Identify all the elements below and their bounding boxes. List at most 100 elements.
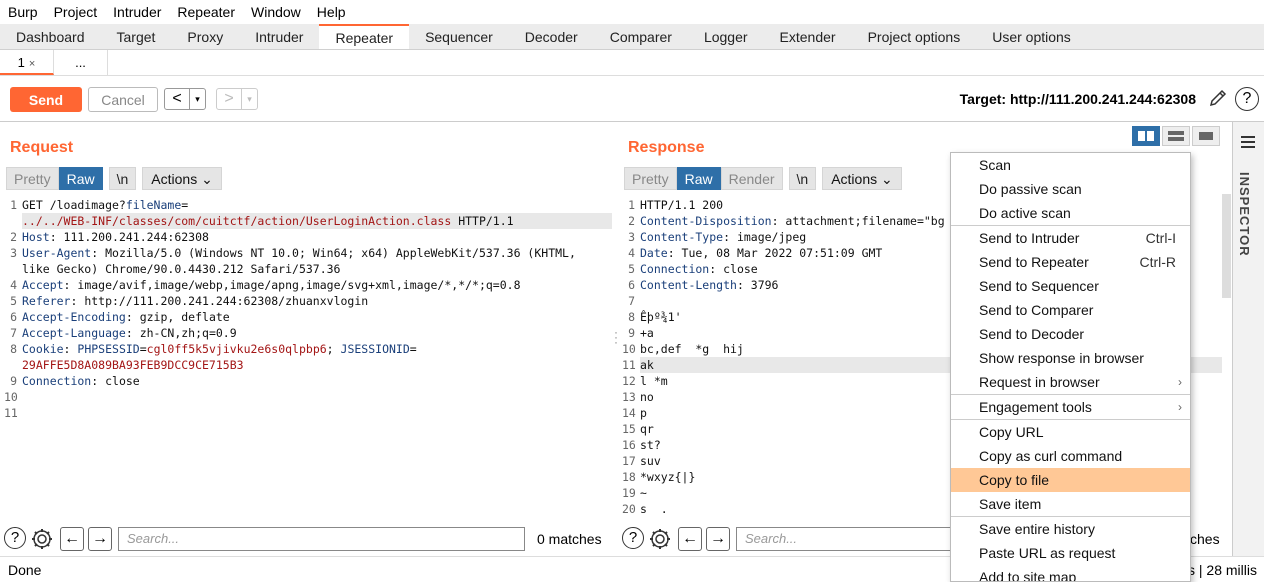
shortcut-label: Ctrl-I: [1145, 230, 1176, 246]
previous-match-icon[interactable]: ←: [60, 527, 84, 551]
gear-icon[interactable]: [648, 527, 672, 551]
menu-help[interactable]: Help: [309, 4, 354, 20]
editor-line[interactable]: 6 Accept-Encoding: gzip, deflate: [4, 309, 612, 325]
tab-user-options[interactable]: User options: [976, 24, 1087, 49]
tab-sequencer[interactable]: Sequencer: [409, 24, 509, 49]
tab-proxy[interactable]: Proxy: [171, 24, 239, 49]
stacked-layout-icon[interactable]: [1162, 126, 1190, 146]
help-icon[interactable]: ?: [1235, 87, 1259, 111]
text-segment: =: [409, 342, 417, 356]
menu-item-scan[interactable]: Scan: [951, 153, 1190, 177]
menu-item-request-in-browser[interactable]: Request in browser ›: [951, 370, 1190, 394]
editor-line[interactable]: 11: [4, 405, 612, 421]
menu-item-send-to-comparer[interactable]: Send to Comparer: [951, 298, 1190, 322]
close-icon[interactable]: ×: [29, 58, 35, 70]
text-segment: : Mozilla/5.0 (Windows NT 10.0; Win64; x…: [91, 246, 576, 260]
editor-line[interactable]: 3 User-Agent: Mozilla/5.0 (Windows NT 10.…: [4, 245, 612, 261]
tab-dashboard[interactable]: Dashboard: [0, 24, 101, 49]
response-scrollbar[interactable]: [1222, 194, 1231, 298]
tab-decoder[interactable]: Decoder: [509, 24, 594, 49]
raw-mode-button[interactable]: Raw: [676, 167, 721, 190]
pane-divider[interactable]: · · ·: [614, 122, 620, 554]
editor-line[interactable]: 29AFFE5D8A089BA93FEB9DCC9CE715B3: [4, 357, 612, 373]
menu-project[interactable]: Project: [46, 4, 106, 20]
pretty-mode-button[interactable]: Pretty: [624, 167, 677, 190]
menu-intruder[interactable]: Intruder: [105, 4, 169, 20]
newline-toggle-button[interactable]: \n: [108, 167, 137, 190]
menu-item-save-item[interactable]: Save item: [951, 492, 1190, 516]
new-repeater-tab[interactable]: ...: [54, 50, 108, 75]
tab-extender[interactable]: Extender: [764, 24, 852, 49]
forward-arrow-icon[interactable]: >: [217, 89, 241, 109]
menu-item-show-response-in-browser[interactable]: Show response in browser: [951, 346, 1190, 370]
editor-line[interactable]: 2 Host: 111.200.241.244:62308: [4, 229, 612, 245]
editor-line[interactable]: 7 Accept-Language: zh-CN,zh;q=0.9: [4, 325, 612, 341]
send-button[interactable]: Send: [10, 87, 82, 112]
header-name: Accept-Encoding: [22, 310, 126, 324]
line-number: 21: [622, 517, 640, 519]
history-forward-group[interactable]: > ▾: [216, 88, 258, 110]
editor-line[interactable]: 10: [4, 389, 612, 405]
menu-window[interactable]: Window: [243, 4, 309, 20]
editor-line[interactable]: 1 GET /loadimage?fileName=: [4, 197, 612, 213]
tabbed-layout-icon[interactable]: [1192, 126, 1220, 146]
line-number: 9: [10, 374, 17, 388]
editor-line[interactable]: 9 Connection: close: [4, 373, 612, 389]
editor-line[interactable]: 8 Cookie: PHPSESSID=cgl0ff5k5vjivku2e6s0q…: [4, 341, 612, 357]
menu-item-label: Send to Sequencer: [979, 278, 1099, 294]
side-by-side-layout-icon[interactable]: [1132, 126, 1160, 146]
pretty-mode-button[interactable]: Pretty: [6, 167, 59, 190]
tab-comparer[interactable]: Comparer: [594, 24, 688, 49]
actions-dropdown[interactable]: Actions ⌄: [822, 167, 902, 190]
editor-line[interactable]: 4 Accept: image/avif,image/webp,image/apn…: [4, 277, 612, 293]
menu-lines-icon[interactable]: [1241, 136, 1255, 151]
menu-item-send-to-sequencer[interactable]: Send to Sequencer: [951, 274, 1190, 298]
editor-line[interactable]: like Gecko) Chrome/90.0.4430.212 Safari/…: [4, 261, 612, 277]
menu-item-copy-url[interactable]: Copy URL: [951, 420, 1190, 444]
edit-pencil-icon[interactable]: [1207, 87, 1229, 109]
menu-burp[interactable]: Burp: [0, 4, 46, 20]
header-name: Referer: [22, 294, 71, 308]
previous-match-icon[interactable]: ←: [678, 527, 702, 551]
header-name: Host: [22, 230, 50, 244]
menu-item-save-entire-history[interactable]: Save entire history: [951, 517, 1190, 541]
inspector-panel[interactable]: INSPECTOR: [1232, 122, 1264, 556]
menu-item-send-to-intruder[interactable]: Send to Intruder Ctrl-I: [951, 226, 1190, 250]
menu-item-copy-as-curl-command[interactable]: Copy as curl command: [951, 444, 1190, 468]
tab-repeater[interactable]: Repeater: [319, 24, 410, 49]
menu-item-paste-url-as-request[interactable]: Paste URL as request: [951, 541, 1190, 565]
request-search-input[interactable]: Search...: [118, 527, 525, 551]
request-editor[interactable]: 1 GET /loadimage?fileName= ../../WEB-INF/c…: [4, 197, 612, 519]
editor-line[interactable]: ../../WEB-INF/classes/com/cuitctf/action…: [4, 213, 612, 229]
chevron-down-icon[interactable]: ▾: [189, 89, 205, 109]
menu-item-do-active-scan[interactable]: Do active scan: [951, 201, 1190, 225]
actions-dropdown[interactable]: Actions ⌄: [142, 167, 222, 190]
tab-project-options[interactable]: Project options: [852, 24, 977, 49]
editor-line[interactable]: 5 Referer: http://111.200.241.244:62308/z…: [4, 293, 612, 309]
help-icon[interactable]: ?: [622, 527, 644, 549]
chevron-down-icon[interactable]: ▾: [241, 89, 257, 109]
response-search-input[interactable]: Search...: [736, 527, 956, 551]
menu-item-engagement-tools[interactable]: Engagement tools ›: [951, 395, 1190, 419]
gear-icon[interactable]: [30, 527, 54, 551]
repeater-tab-1[interactable]: 1 ×: [0, 50, 54, 75]
text-segment: l *m: [640, 374, 668, 388]
next-match-icon[interactable]: →: [706, 527, 730, 551]
menu-item-copy-to-file[interactable]: Copy to file: [951, 468, 1190, 492]
render-mode-button[interactable]: Render: [720, 167, 783, 190]
raw-mode-button[interactable]: Raw: [58, 167, 103, 190]
menu-item-send-to-repeater[interactable]: Send to Repeater Ctrl-R: [951, 250, 1190, 274]
back-arrow-icon[interactable]: <: [165, 89, 189, 109]
tab-logger[interactable]: Logger: [688, 24, 764, 49]
menu-item-add-to-site-map[interactable]: Add to site map: [951, 565, 1190, 581]
menu-item-send-to-decoder[interactable]: Send to Decoder: [951, 322, 1190, 346]
help-icon[interactable]: ?: [4, 527, 26, 549]
tab-intruder[interactable]: Intruder: [239, 24, 319, 49]
menu-item-do-passive-scan[interactable]: Do passive scan: [951, 177, 1190, 201]
newline-toggle-button[interactable]: \n: [788, 167, 817, 190]
tab-target[interactable]: Target: [101, 24, 172, 49]
menu-repeater[interactable]: Repeater: [169, 4, 243, 20]
next-match-icon[interactable]: →: [88, 527, 112, 551]
cancel-button[interactable]: Cancel: [88, 87, 158, 112]
history-back-group[interactable]: < ▾: [164, 88, 206, 110]
